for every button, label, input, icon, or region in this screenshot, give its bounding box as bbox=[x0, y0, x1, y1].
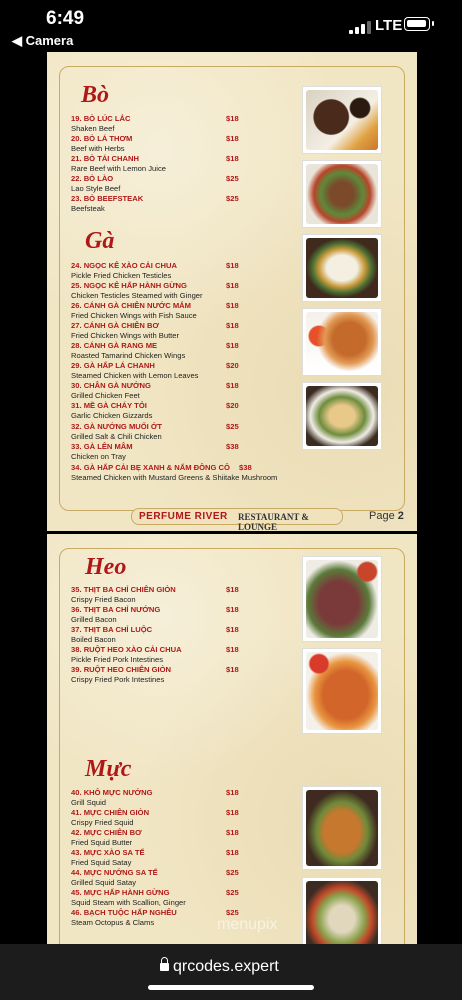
url-text: qrcodes.expert bbox=[173, 958, 279, 975]
menu-item: 26. CÁNH GÀ CHIÊN NƯỚC MẮM $18 Fried Chick… bbox=[71, 301, 239, 321]
browser-url-bar[interactable]: qrcodes.expert bbox=[0, 944, 462, 1000]
menu-item: 29. GÀ HẤP LÁ CHANH $20 Steamed Chicken wi… bbox=[71, 361, 239, 381]
menu-page-3: Heo 35. THỊT BA CHỈ CHIÊN GIÒN $18 Crispy … bbox=[47, 534, 417, 944]
brand-subtitle: RESTAURANT & LOUNGE bbox=[238, 512, 309, 531]
status-bar: 6:49 ◀ Camera LTE bbox=[0, 0, 462, 52]
home-indicator[interactable] bbox=[148, 985, 314, 990]
menu-item: 43. MỰC XÀO SA TẾ $18 Fried Squid Satay bbox=[71, 848, 239, 868]
menu-item: 19. BÒ LÚC LẮC $18 Shaken Beef bbox=[71, 114, 239, 134]
menu-item: 38. RUỘT HEO XÀO CẢI CHUA $18 Pickle Fried… bbox=[71, 645, 239, 665]
restaurant-footer: PERFUME RIVER RESTAURANT & LOUNGE bbox=[131, 508, 343, 531]
dish-photo-grilled-bacon bbox=[302, 556, 382, 642]
watermark: menupix bbox=[217, 916, 278, 933]
section-title-muc: Mực bbox=[85, 756, 132, 782]
menu-item: 30. CHÂN GÀ NƯỚNG $18 Grilled Chicken Feet bbox=[71, 381, 239, 401]
battery-icon bbox=[404, 17, 434, 31]
dish-photo-chicken-wings bbox=[302, 308, 382, 376]
menu-item: 37. THỊT BA CHỈ LUỘC $18 Boiled Bacon bbox=[71, 625, 239, 645]
page-number: Page 2 bbox=[369, 510, 404, 522]
menu-item: 24. NGỌC KÊ XÀO CẢI CHUA $18 Pickle Fried … bbox=[71, 261, 239, 281]
menu-item: 42. MỰC CHIÊN BƠ $18 Fried Squid Butter bbox=[71, 828, 239, 848]
dish-photo-lao-beef bbox=[302, 160, 382, 228]
signal-icon bbox=[349, 20, 371, 34]
menu-item: 40. KHÔ MỰC NƯỚNG $18 Grill Squid bbox=[71, 788, 239, 808]
brand-name: PERFUME RIVER bbox=[139, 511, 228, 522]
menu-page-2: Bò 19. BÒ LÚC LẮC $18 Shaken Beef 20. BÒ L… bbox=[47, 52, 417, 531]
menu-item: 31. MỀ GÀ CHÁY TỎI $20 Garlic Chicken Gizz… bbox=[71, 401, 239, 421]
lock-icon bbox=[160, 957, 169, 971]
dish-photo-steamed-chicken bbox=[302, 382, 382, 450]
network-label: LTE bbox=[375, 17, 403, 34]
menu-item: 28. CÁNH GÀ RANG ME $18 Roasted Tamarind C… bbox=[71, 341, 239, 361]
menu-item: 44. MỰC NƯỚNG SA TẾ $25 Grilled Squid Sata… bbox=[71, 868, 239, 888]
dish-photo-steamed-squid bbox=[302, 877, 382, 944]
section-title-ga: Gà bbox=[85, 228, 115, 254]
menu-item: 41. MỰC CHIÊN GIÒN $18 Crispy Fried Squid bbox=[71, 808, 239, 828]
menu-item: 32. GÀ NƯỚNG MUỐI ỚT $25 Grilled Salt & Ch… bbox=[71, 422, 239, 442]
menu-item: 36. THỊT BA CHỈ NƯỚNG $18 Grilled Bacon bbox=[71, 605, 239, 625]
menu-item: 20. BÒ LÁ THƠM $18 Beef with Herbs bbox=[71, 134, 239, 154]
back-to-camera-link[interactable]: ◀ Camera bbox=[12, 33, 73, 49]
menu-item: 25. NGỌC KÊ HẤP HÀNH GỪNG $18 Chicken Test… bbox=[71, 281, 239, 301]
menu-item: 22. BÒ LÀO $25 Lao Style Beef bbox=[71, 174, 239, 194]
dish-photo-pork-intestines bbox=[302, 648, 382, 734]
dish-photo-squid-satay bbox=[302, 786, 382, 870]
menu-item: 21. BÒ TÁI CHANH $18 Rare Beef with Lemon … bbox=[71, 154, 239, 174]
section-title-bo: Bò bbox=[81, 82, 110, 108]
dish-photo-shaken-beef bbox=[302, 86, 382, 154]
section-title-heo: Heo bbox=[85, 554, 127, 580]
menu-item: 23. BÒ BEEFSTEAK $25 Beefsteak bbox=[71, 194, 239, 214]
menu-item: 27. CÁNH GÀ CHIÊN BƠ $18 Fried Chicken Win… bbox=[71, 321, 239, 341]
menu-item: 33. GÀ LÊN MÂM $38 Chicken on Tray bbox=[71, 442, 239, 462]
menu-item: 45. MỰC HẤP HÀNH GỪNG $25 Squid Steam with… bbox=[71, 888, 239, 908]
clock: 6:49 bbox=[46, 8, 85, 29]
dish-photo-chicken-testicles bbox=[302, 234, 382, 302]
menu-item: 35. THỊT BA CHỈ CHIÊN GIÒN $18 Crispy Frie… bbox=[71, 585, 239, 605]
menu-item: 34. GÀ HẤP CẢI BẸ XANH & NẤM ĐÔNG CÔ $38 S… bbox=[71, 463, 278, 483]
url-field[interactable]: qrcodes.expert bbox=[160, 957, 279, 976]
menu-item: 39. RUỘT HEO CHIÊN GIÒN $18 Crispy Fried P… bbox=[71, 665, 239, 685]
